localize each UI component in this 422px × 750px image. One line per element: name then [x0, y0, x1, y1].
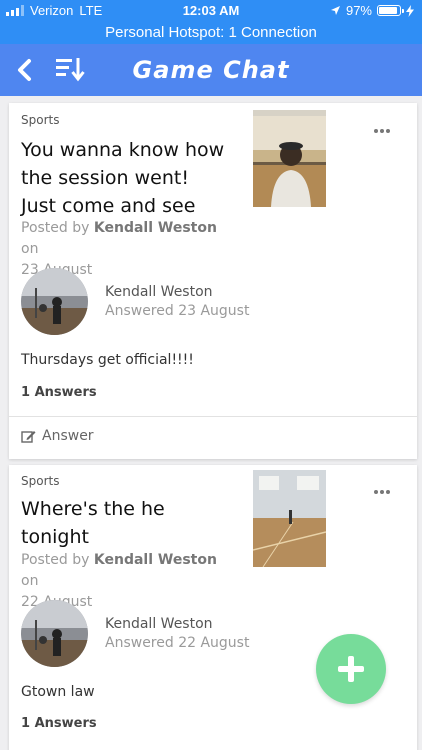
- answer-button[interactable]: Answer: [21, 428, 94, 444]
- edit-icon: [21, 430, 36, 443]
- answer-date: Answered 23 August: [105, 303, 250, 319]
- answers-count[interactable]: 1 Answers: [21, 716, 97, 731]
- on-label: on: [21, 573, 39, 589]
- title-line: tonight: [21, 526, 89, 548]
- on-label: on: [21, 241, 39, 257]
- page-title: Game Chat: [132, 56, 290, 84]
- hotspot-banner[interactable]: Personal Hotspot: 1 Connection: [0, 22, 422, 44]
- battery-percent: 97%: [345, 3, 372, 18]
- post-thumbnail[interactable]: [253, 110, 326, 207]
- status-right: 97%: [330, 3, 414, 18]
- question-title[interactable]: You wanna know how the session went! Jus…: [21, 136, 246, 220]
- avatar[interactable]: [21, 600, 88, 667]
- question-title[interactable]: Where's the he tonight: [21, 495, 246, 551]
- post-thumbnail[interactable]: [253, 470, 326, 567]
- avatar-image: [21, 600, 88, 667]
- more-options-icon[interactable]: [373, 489, 391, 495]
- answers-count[interactable]: 1 Answers: [21, 385, 97, 400]
- gym-court-image: [253, 470, 326, 567]
- more-options-icon[interactable]: [373, 128, 391, 134]
- avatar-image: [21, 268, 88, 335]
- location-arrow-icon: [330, 6, 340, 15]
- question-card[interactable]: Sports Where's the he tonight Posted by …: [9, 465, 417, 750]
- status-bar: Verizon LTE 12:03 AM 97%: [0, 0, 422, 22]
- author-name[interactable]: Kendall Weston: [94, 552, 217, 568]
- battery-fill: [379, 7, 397, 14]
- add-question-button[interactable]: [316, 634, 386, 704]
- nav-bar: Game Chat: [0, 44, 422, 96]
- posted-by-label: Posted by: [21, 552, 90, 568]
- gym-selfie-image: [253, 110, 326, 207]
- answer-button-label: Answer: [42, 428, 94, 444]
- title-line: the session went!: [21, 167, 189, 189]
- charging-bolt-icon: [406, 4, 414, 17]
- title-line: You wanna know how: [21, 139, 225, 161]
- answer-date: Answered 22 August: [105, 635, 250, 651]
- answer-text: Gtown law: [21, 684, 95, 700]
- author-name[interactable]: Kendall Weston: [94, 220, 217, 236]
- divider: [9, 416, 417, 417]
- answerer-name[interactable]: Kendall Weston: [105, 284, 213, 300]
- question-card[interactable]: Sports You wanna know how the session we…: [9, 103, 417, 459]
- avatar[interactable]: [21, 268, 88, 335]
- answer-text: Thursdays get official!!!!: [21, 352, 194, 368]
- title-line: Where's the he: [21, 498, 165, 520]
- posted-by-label: Posted by: [21, 220, 90, 236]
- category-label: Sports: [21, 474, 60, 488]
- title-line: Just come and see: [21, 195, 196, 217]
- answerer-name[interactable]: Kendall Weston: [105, 616, 213, 632]
- battery-icon: [377, 5, 404, 16]
- category-label: Sports: [21, 113, 60, 127]
